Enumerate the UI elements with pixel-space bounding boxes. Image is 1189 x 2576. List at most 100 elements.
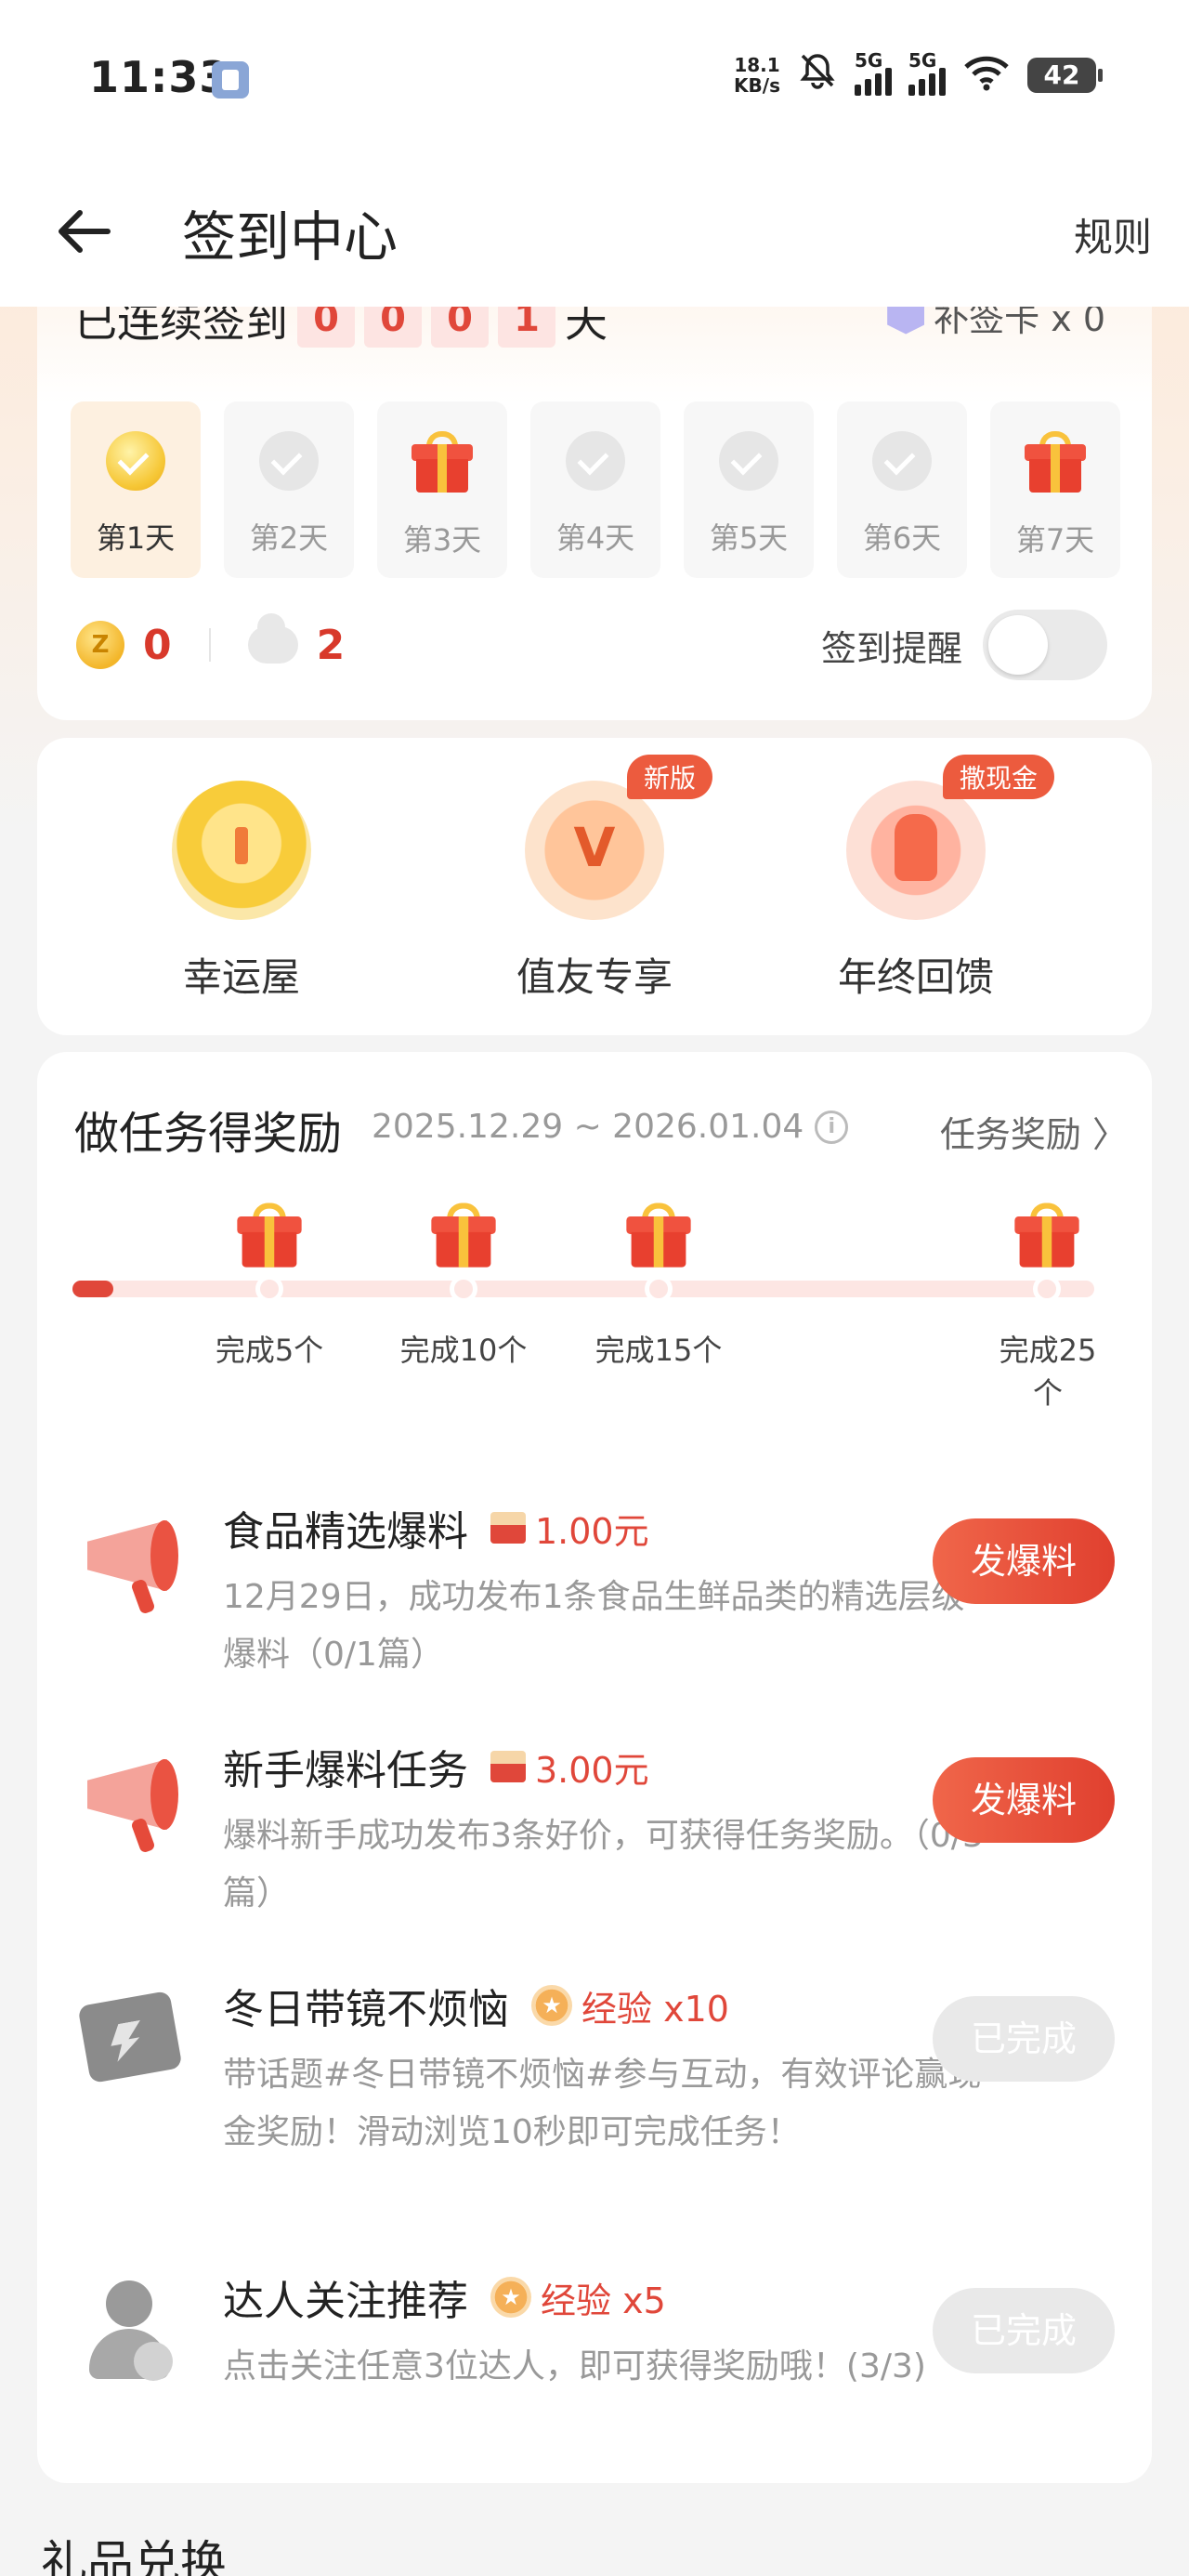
- milestone-label: 完成10个: [399, 1333, 528, 1368]
- day-label: 第7天: [1015, 522, 1095, 558]
- progress-fill: [72, 1281, 113, 1297]
- completed-button[interactable]: 已完成: [933, 1996, 1115, 2082]
- task-title: 达人关注推荐 ★ 经验 x5: [223, 2267, 666, 2327]
- day-cell-7[interactable]: 第7天: [990, 401, 1120, 578]
- day-label: 第2天: [249, 520, 329, 556]
- network-speed: 18.1 KB/s: [734, 53, 780, 97]
- progress-track: [72, 1281, 1094, 1297]
- feature-name: 幸运屋: [182, 954, 300, 1000]
- feature-name: 年终回馈: [837, 954, 994, 1000]
- back-button[interactable]: [52, 199, 117, 264]
- browser-lightning-icon: [74, 1981, 186, 2093]
- gift-icon[interactable]: [431, 1203, 496, 1268]
- info-icon[interactable]: i: [815, 1110, 849, 1144]
- star-icon: ★: [490, 2277, 531, 2318]
- milestone-label: 完成15个: [594, 1333, 723, 1368]
- task-description: 点击关注任意3位达人，即可获得奖励哦！(3/3): [223, 2347, 926, 2385]
- gold-check-icon: [106, 431, 165, 491]
- app-notification-icon: [212, 61, 249, 99]
- reminder-toggle[interactable]: [983, 610, 1107, 680]
- red-envelope-icon: [490, 1512, 526, 1544]
- task-reward: 3.00元: [490, 1741, 649, 1793]
- task-rewards-link[interactable]: 任务奖励 〉: [940, 1106, 1128, 1157]
- megaphone-icon: [74, 1504, 186, 1615]
- task-title: 食品精选爆料 1.00元: [223, 1498, 649, 1557]
- milestone-node: [1033, 1275, 1061, 1303]
- day-cell-2[interactable]: 第2天: [224, 401, 354, 578]
- features-card: 幸运屋 新版 值友专享 撒现金 年终回馈: [37, 738, 1152, 1035]
- check-icon: [566, 431, 625, 491]
- person-check-icon: [74, 2273, 186, 2385]
- cash-badge: 撒现金: [943, 755, 1055, 799]
- day-label: 第4天: [555, 520, 635, 556]
- milestone-label: 完成25个: [999, 1333, 1097, 1411]
- task-title: 新手爆料任务 3.00元: [223, 1737, 649, 1796]
- status-indicators: 18.1 KB/s 5G 5G 42: [734, 49, 1103, 98]
- task-progress: 完成5个 完成10个 完成15个 完成25个: [72, 1203, 1122, 1411]
- red-envelope-icon: [490, 1751, 526, 1782]
- task-title: 冬日带镜不烦恼 ★ 经验 x10: [223, 1976, 729, 2035]
- tasks-period: 2025.12.29 ~ 2026.01.04 i: [372, 1108, 849, 1146]
- gift-icon[interactable]: [1014, 1203, 1079, 1268]
- mute-bell-icon: [797, 52, 838, 98]
- task-description: 带话题#冬日带镜不烦恼#参与互动，有效评论赢现金奖励！滑动浏览10秒即可完成任务…: [223, 2056, 982, 2151]
- balances: Z 0 2: [76, 613, 346, 669]
- crown-v-icon: 新版: [525, 755, 713, 920]
- coin-balance[interactable]: 0: [143, 622, 172, 669]
- task-reward: ★ 经验 x10: [531, 1980, 729, 2031]
- reminder-label: 签到提醒: [820, 627, 962, 669]
- tasks-title: 做任务得奖励: [74, 1108, 343, 1160]
- rules-link[interactable]: 规则: [1074, 206, 1152, 263]
- gift-icon[interactable]: [237, 1203, 302, 1268]
- day-cell-5[interactable]: 第5天: [684, 401, 814, 578]
- tasks-card: 做任务得奖励 2025.12.29 ~ 2026.01.04 i 任务奖励 〉 …: [37, 1052, 1152, 2483]
- completed-button[interactable]: 已完成: [933, 2288, 1115, 2373]
- coin-icon: Z: [76, 621, 124, 669]
- points-balance[interactable]: 2: [317, 622, 346, 669]
- new-badge: 新版: [627, 755, 713, 799]
- day-label: 第3天: [402, 522, 482, 558]
- gift-icon: [412, 431, 473, 493]
- arrow-left-icon: [59, 210, 111, 253]
- check-icon: [872, 431, 932, 491]
- feature-year-end-rewards[interactable]: 撒现金 年终回馈: [804, 755, 1055, 1003]
- milestone-node: [450, 1275, 477, 1303]
- feature-name: 值友专享: [516, 954, 673, 1000]
- checkin-days: 第1天 第2天 第3天 第4天 第5天 第6天 第7天: [71, 401, 1120, 578]
- gift-exchange-heading: 礼品兑换: [41, 2536, 227, 2576]
- day-cell-3[interactable]: 第3天: [377, 401, 507, 578]
- post-deal-button[interactable]: 发爆料: [933, 1757, 1115, 1843]
- day-cell-6[interactable]: 第6天: [837, 401, 967, 578]
- points-icon: [247, 613, 298, 664]
- megaphone-icon: [74, 1742, 186, 1854]
- day-label: 第1天: [96, 520, 176, 556]
- feature-member-exclusive[interactable]: 新版 值友专享: [483, 755, 713, 1003]
- star-icon: ★: [531, 1985, 572, 2026]
- wifi-icon: [962, 56, 1011, 95]
- milestone-node: [645, 1275, 673, 1303]
- check-icon: [259, 431, 319, 491]
- task-description: 爆料新手成功发布3条好价，可获得任务奖励。（0/3篇）: [223, 1817, 984, 1912]
- day-cell-1[interactable]: 第1天: [71, 401, 201, 578]
- check-icon: [719, 431, 778, 491]
- gift-icon: [1025, 431, 1086, 493]
- day-label: 第5天: [709, 520, 789, 556]
- post-deal-button[interactable]: 发爆料: [933, 1518, 1115, 1604]
- day-label: 第6天: [862, 520, 942, 556]
- status-time: 11:33: [89, 52, 230, 102]
- checkin-reminder: 签到提醒: [821, 610, 1107, 680]
- status-bar: 11:33 18.1 KB/s 5G 5G 42: [0, 0, 1189, 158]
- feature-lucky-house[interactable]: 幸运屋: [130, 781, 353, 1003]
- milestone-node: [255, 1275, 283, 1303]
- thumbs-up-icon: 撒现金: [846, 755, 1055, 920]
- milestone-label: 完成5个: [215, 1333, 324, 1368]
- divider: [208, 628, 211, 662]
- task-reward: ★ 经验 x5: [490, 2272, 666, 2323]
- task-description: 12月29日，成功发布1条食品生鲜品类的精选层级爆料（0/1篇）: [223, 1578, 965, 1674]
- lucky-wheel-icon: [172, 781, 311, 920]
- page-title: 签到中心: [182, 205, 399, 269]
- task-reward: 1.00元: [490, 1503, 649, 1554]
- signal-5g-icon-2: 5G: [908, 49, 946, 96]
- gift-icon[interactable]: [626, 1203, 691, 1268]
- day-cell-4[interactable]: 第4天: [530, 401, 660, 578]
